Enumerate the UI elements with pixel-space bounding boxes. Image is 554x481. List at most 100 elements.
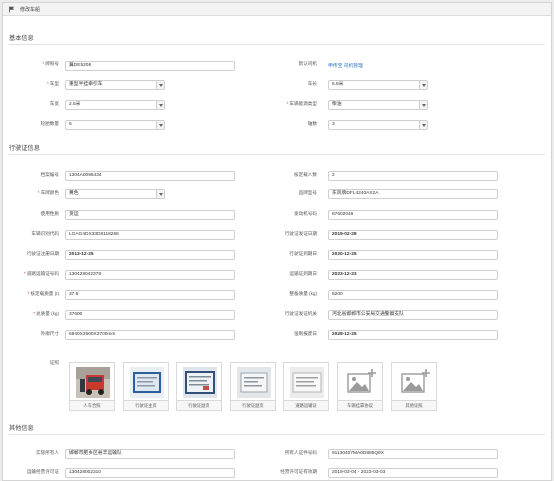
upload-other-license-button[interactable] xyxy=(391,362,437,401)
chevron-down-icon xyxy=(156,101,164,109)
owner-cert-label: 所有人证件号码 xyxy=(284,450,317,455)
section-divider xyxy=(9,434,545,435)
photo-vehicle-thumb[interactable] xyxy=(69,362,115,401)
engine-no-input[interactable]: 87602046 xyxy=(328,210,498,220)
plate-label: *牌照号 xyxy=(42,61,59,66)
vehicle-length-value: 6.8米 xyxy=(332,82,344,87)
section-license-title: 行驶证信息 xyxy=(9,145,40,152)
section-other-title: 其他信息 xyxy=(9,425,34,432)
register-date-label: 行驶证注册日期 xyxy=(26,251,59,256)
photo-caption: 车辆挂靠协议 xyxy=(337,401,383,411)
total-mass-input[interactable]: 37600 xyxy=(65,310,235,320)
permit-validity-label: 经营许可证有效期 xyxy=(280,469,317,474)
authority-input[interactable]: 河北省邯郸市公安局交通警察支队 xyxy=(328,310,498,320)
wheel-count-select[interactable]: 6 xyxy=(65,120,165,130)
photo-license-sub-thumb[interactable] xyxy=(176,362,222,401)
photo-transport-permit-thumb[interactable] xyxy=(283,362,329,401)
photos-label: 证照 xyxy=(49,360,59,365)
issue-date-label: 行驶证发证日期 xyxy=(284,231,317,236)
flag-icon xyxy=(8,6,15,13)
chevron-down-icon xyxy=(156,121,164,129)
actual-owner-label: 实际所有人 xyxy=(36,450,59,455)
issue-date-input[interactable]: 2019-02-28 xyxy=(328,230,498,240)
add-image-icon xyxy=(347,369,376,393)
axle-count-label: 轴数 xyxy=(307,121,317,126)
driver-management-link[interactable]: 申传宝 司机管理 xyxy=(328,62,363,69)
plate-input[interactable]: 冀DE5208 xyxy=(65,61,235,71)
register-date-input[interactable]: 2013-12-25 xyxy=(65,250,235,260)
vehicle-type-value: 重型半挂牵引车 xyxy=(69,82,103,87)
default-driver-label: 默认司机 xyxy=(298,61,317,66)
total-mass-label: *总质量 (kg) xyxy=(33,311,59,316)
rated-mass-label: *核定载质量 (t) xyxy=(27,291,59,296)
brand-model-label: 品牌型号 xyxy=(298,190,317,195)
chevron-down-icon xyxy=(156,190,164,198)
expire-date-label: 行驶证到期日 xyxy=(289,251,317,256)
chevron-down-icon xyxy=(156,81,164,89)
operation-permit-label: 运输经营许可证 xyxy=(26,469,59,474)
plate-color-select[interactable]: 黄色 xyxy=(65,189,165,199)
scrap-date-input[interactable]: 2028-12-25 xyxy=(328,330,498,340)
chevron-down-icon xyxy=(419,101,427,109)
document-photo-icon xyxy=(237,367,271,398)
permit-validity-input[interactable]: 2019-03-04 - 2023-03-03 xyxy=(328,468,498,478)
energy-type-label: *车辆能源类型 xyxy=(286,101,317,106)
vin-input[interactable]: LGAG4DX33D8118266 xyxy=(65,230,235,240)
vehicle-photo-icon xyxy=(76,367,110,398)
authority-label: 行驶证发证机关 xyxy=(284,311,317,316)
transport-expire-input[interactable]: 2023-12-23 xyxy=(328,270,498,280)
document-photo-icon xyxy=(290,367,324,398)
window-titlebar: 修改车船 xyxy=(3,3,551,16)
vehicle-width-value: 2.5米 xyxy=(69,102,81,107)
dimensions-input[interactable]: 6940X2500X3700mm xyxy=(65,330,235,340)
seats-label: 核定载人数 xyxy=(294,172,317,177)
upload-affiliation-agreement-button[interactable] xyxy=(337,362,383,401)
usage-label: 使用性质 xyxy=(40,211,59,216)
photo-caption: 行驶证副页 xyxy=(230,401,276,411)
vehicle-width-label: 车宽 xyxy=(49,101,59,106)
wheel-count-label: 轮胎数量 xyxy=(40,121,59,126)
plate-color-value: 黄色 xyxy=(69,191,79,196)
photo-caption: 人车合照 xyxy=(69,401,115,411)
photo-license-sub2-thumb[interactable] xyxy=(230,362,276,401)
photo-caption: 行驶证主页 xyxy=(123,401,169,411)
operation-permit-input[interactable]: 130428002310 xyxy=(65,468,235,478)
add-image-icon xyxy=(401,369,430,393)
vehicle-type-label: *车型 xyxy=(47,81,59,86)
seats-input[interactable]: 2 xyxy=(328,171,498,181)
wheel-count-value: 6 xyxy=(69,122,72,127)
owner-cert-input[interactable]: 91130407MA0D885Q9X xyxy=(328,449,498,459)
plate-color-label: *车牌颜色 xyxy=(37,190,59,195)
expire-date-input[interactable]: 2020-12-25 xyxy=(328,250,498,260)
engine-no-label: 发动机号码 xyxy=(294,211,317,216)
rated-mass-input[interactable]: 37.6 xyxy=(65,290,235,300)
record-no-input[interactable]: 1304A0096434 xyxy=(65,171,235,181)
energy-type-select[interactable]: 柴油 xyxy=(328,100,428,110)
section-divider xyxy=(9,154,545,155)
vehicle-type-select[interactable]: 重型半挂牵引车 xyxy=(65,80,165,90)
photo-caption: 其他证照 xyxy=(391,401,437,411)
chevron-down-icon xyxy=(419,81,427,89)
usage-input[interactable]: 货运 xyxy=(65,210,235,220)
photo-caption: 道路运输证 xyxy=(283,401,329,411)
document-photo-icon xyxy=(130,367,164,398)
brand-model-input[interactable]: 东风牌DFL4240AX2A xyxy=(328,189,498,199)
photo-license-main-thumb[interactable] xyxy=(123,362,169,401)
vehicle-length-select[interactable]: 6.8米 xyxy=(328,80,428,90)
record-no-label: 档案编号 xyxy=(40,172,59,177)
axle-count-select[interactable]: 3 xyxy=(328,120,428,130)
photo-caption: 行驶证副页 xyxy=(176,401,222,411)
actual-owner-input[interactable]: 邯郸市肥乡区县丰运输队 xyxy=(65,449,235,459)
vehicle-length-label: 车长 xyxy=(307,81,317,86)
scrap-date-label: 强制报废日 xyxy=(294,331,317,336)
chevron-down-icon xyxy=(419,121,427,129)
curb-mass-input[interactable]: 8200 xyxy=(328,290,498,300)
edit-vehicle-window: 修改车船 基本信息 *牌照号 冀DE5208 默认司机 申传宝 司机管理 *车型… xyxy=(2,2,552,481)
vehicle-width-select[interactable]: 2.5米 xyxy=(65,100,165,110)
document-photo-icon xyxy=(183,367,217,398)
axle-count-value: 3 xyxy=(332,122,335,127)
dimensions-label: 外廓尺寸 xyxy=(40,331,59,336)
transport-expire-label: 运输证到期日 xyxy=(289,271,317,276)
transport-no-input[interactable]: 130428042378 xyxy=(65,270,235,280)
vin-label: 车辆识别代码 xyxy=(31,231,59,236)
